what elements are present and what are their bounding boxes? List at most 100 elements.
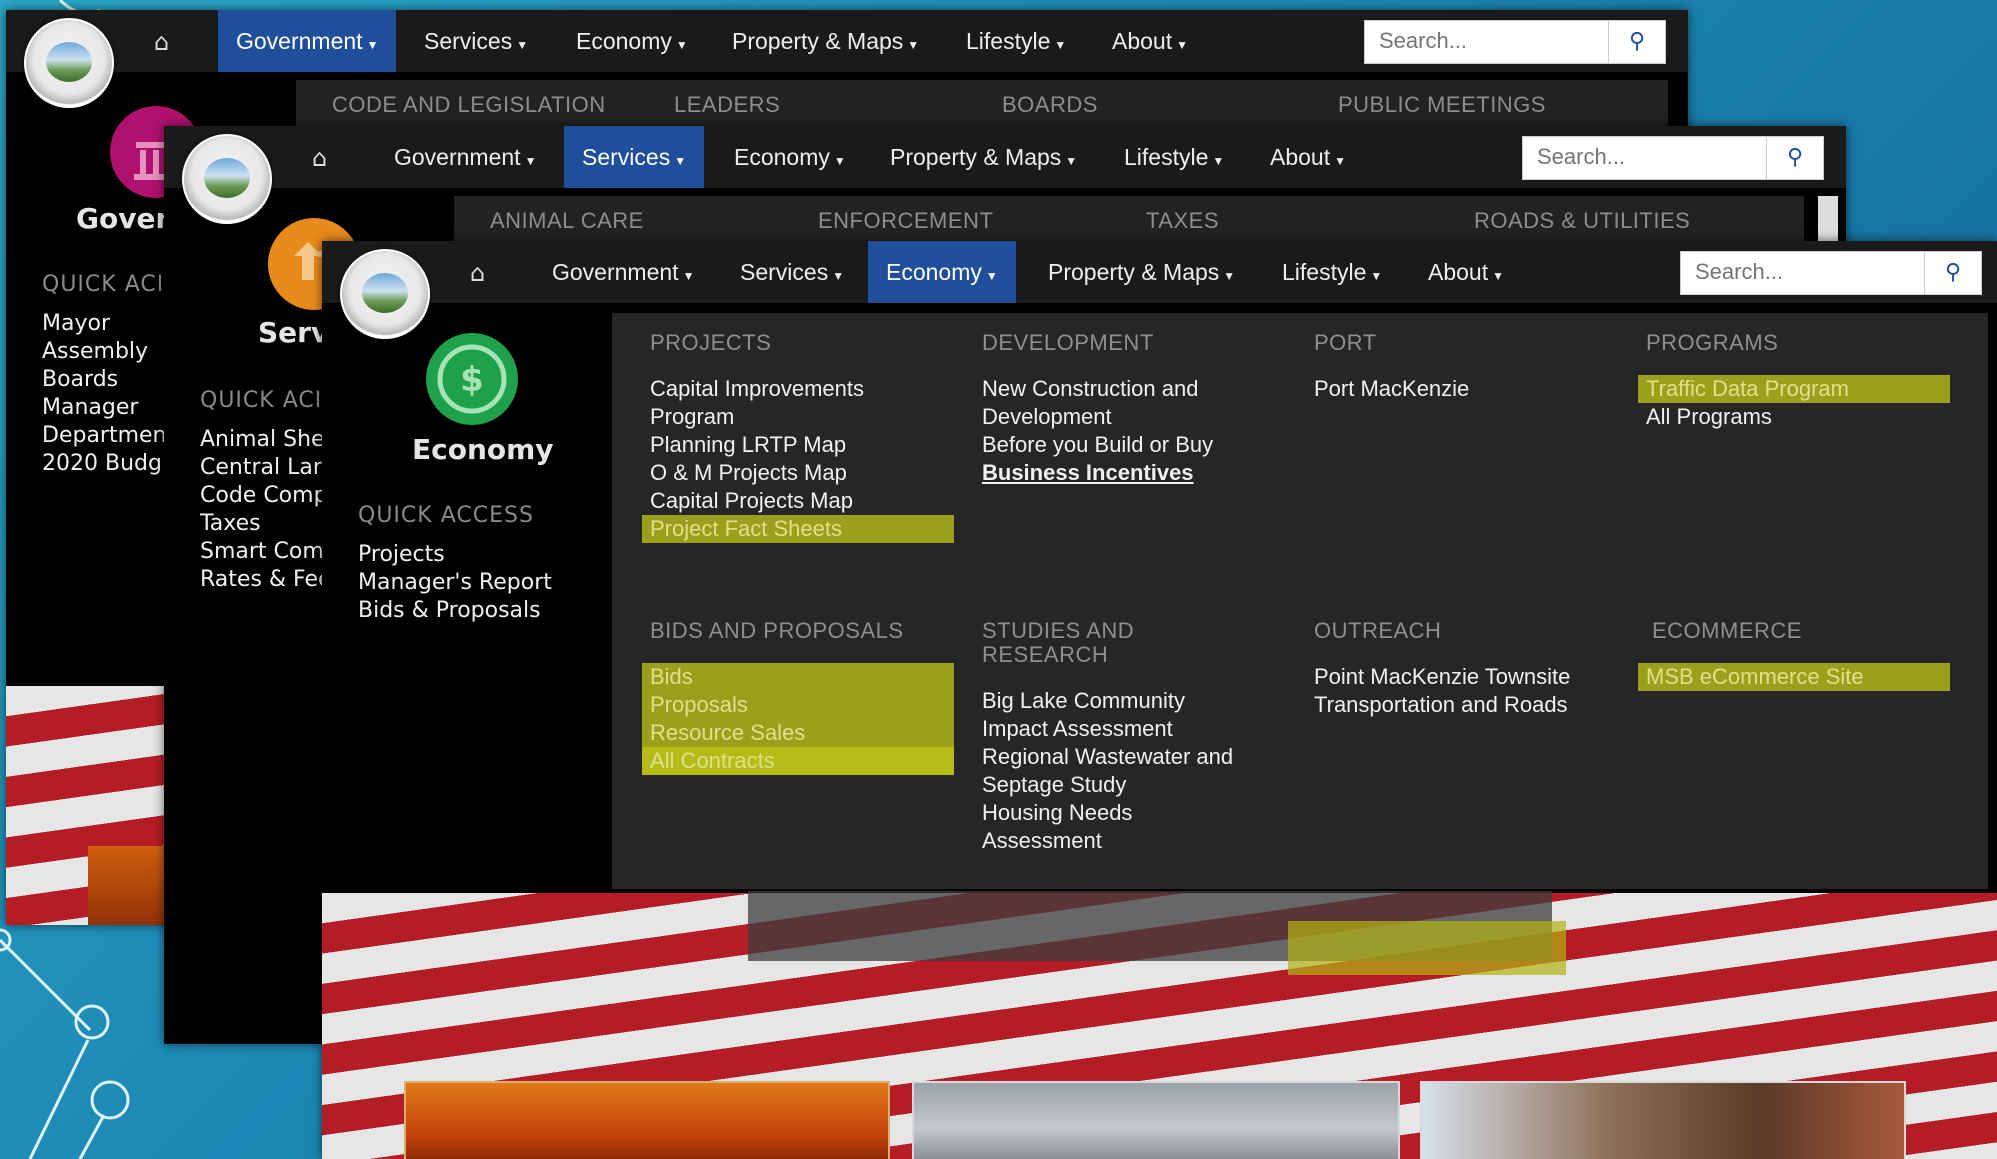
menu-heading: STUDIES AND <box>982 618 1135 643</box>
quick-link[interactable]: Taxes <box>200 510 332 538</box>
menu-link-hovered[interactable]: Business Incentives <box>982 459 1302 487</box>
nav-lifestyle[interactable]: Lifestyle ▼ <box>1106 126 1242 188</box>
menu-heading: OUTREACH <box>1314 618 1442 643</box>
menu-link-highlighted[interactable]: Traffic Data Program <box>1638 375 1950 403</box>
nav-services[interactable]: Services ▼ <box>406 10 546 72</box>
nav-government[interactable]: Government ▼ <box>534 241 712 303</box>
nav-economy[interactable]: Economy ▼ <box>558 10 706 72</box>
menu-link[interactable]: Port MacKenzie <box>1314 375 1634 403</box>
borough-seal-logo[interactable] <box>340 249 430 339</box>
quick-link[interactable]: Boards <box>42 366 167 394</box>
home-icon[interactable]: ⌂ <box>470 259 485 287</box>
quick-link[interactable]: Departmen <box>42 422 167 450</box>
home-icon[interactable]: ⌂ <box>312 144 327 172</box>
nav-economy[interactable]: Economy ▼ <box>716 126 864 188</box>
menu-link-highlighted[interactable]: Bids <box>642 663 954 691</box>
nav-services[interactable]: Services ▼ <box>564 126 705 188</box>
menu-link[interactable]: Capital Improvements <box>650 375 970 403</box>
quick-link[interactable]: Mayor <box>42 310 167 338</box>
home-icon[interactable]: ⌂ <box>154 28 169 56</box>
nav-property-maps[interactable]: Property & Maps ▼ <box>872 126 1095 188</box>
wildfire-photo <box>404 1081 890 1159</box>
menu-link[interactable]: Regional Wastewater and <box>982 743 1302 771</box>
menu-link[interactable]: Housing Needs <box>982 799 1302 827</box>
scrollbar[interactable] <box>1818 196 1838 246</box>
menu-link[interactable]: Transportation and Roads <box>1314 691 1634 719</box>
economy-screenshot: ⌂ Government ▼ Services ▼ Economy ▼ Propert… <box>322 241 1997 1159</box>
navbar: ⌂ Government ▼ Services ▼ Economy ▼ Propert… <box>322 241 1997 303</box>
subnav-code-legislation[interactable]: CODE AND LEGISLATION <box>332 80 606 130</box>
nav-government[interactable]: Government ▼ <box>218 10 397 72</box>
menu-link-highlighted[interactable]: Project Fact Sheets <box>642 515 954 543</box>
quick-link[interactable]: Manager <box>42 394 167 422</box>
menu-link[interactable]: O & M Projects Map <box>650 459 970 487</box>
quick-access-heading: QUICK ACI <box>200 388 323 413</box>
menu-heading: PORT <box>1314 330 1377 355</box>
subnav-animal-care[interactable]: ANIMAL CARE <box>490 196 644 246</box>
menu-link[interactable]: Impact Assessment <box>982 715 1302 743</box>
nav-about[interactable]: About ▼ <box>1252 126 1364 188</box>
quick-link[interactable]: Animal She <box>200 426 332 454</box>
search-icon[interactable]: ⚲ <box>1766 137 1823 179</box>
navbar: ⌂ Government ▼ Services ▼ Economy ▼ Propert… <box>6 10 1688 72</box>
nav-lifestyle[interactable]: Lifestyle ▼ <box>1264 241 1400 303</box>
menu-link[interactable]: Program <box>650 403 970 431</box>
menu-link[interactable]: New Construction and <box>982 375 1302 403</box>
dollar-icon: $ <box>426 333 518 425</box>
quick-link[interactable]: 2020 Budg <box>42 450 167 478</box>
menu-link[interactable]: Big Lake Community <box>982 687 1302 715</box>
menu-link[interactable]: All Programs <box>1646 403 1966 431</box>
menu-link-highlighted[interactable]: All Contracts <box>642 747 954 775</box>
nav-property-maps[interactable]: Property & Maps ▼ <box>714 10 937 72</box>
quick-link[interactable]: Rates & Fee <box>200 566 332 594</box>
quick-link[interactable]: Manager's Report <box>358 569 552 597</box>
section-title: Economy <box>412 433 554 466</box>
menu-link[interactable]: Assessment <box>982 827 1302 855</box>
subnav-enforcement[interactable]: ENFORCEMENT <box>818 196 993 246</box>
menu-heading: RESEARCH <box>982 642 1109 667</box>
subnav-leaders[interactable]: LEADERS <box>674 80 780 130</box>
search-icon[interactable]: ⚲ <box>1924 252 1981 294</box>
borough-seal-logo[interactable] <box>24 18 114 108</box>
wildfire-photo <box>88 846 168 925</box>
nav-services[interactable]: Services ▼ <box>722 241 862 303</box>
menu-link[interactable]: Before you Build or Buy <box>982 431 1302 459</box>
nav-about[interactable]: About ▼ <box>1410 241 1522 303</box>
search-input[interactable] <box>1365 21 1623 61</box>
quick-link[interactable]: Bids & Proposals <box>358 597 552 625</box>
services-subnav: ANIMAL CARE ENFORCEMENT TAXES ROADS & UT… <box>454 196 1804 246</box>
quick-link[interactable]: Central Lar <box>200 454 332 482</box>
menu-link[interactable]: Point MacKenzie Townsite <box>1314 663 1634 691</box>
menu-column-bids: BIDS AND PROPOSALS Bids Proposals Resour… <box>642 619 970 775</box>
nav-lifestyle[interactable]: Lifestyle ▼ <box>948 10 1084 72</box>
quick-link[interactable]: Projects <box>358 541 552 569</box>
search-input[interactable] <box>1681 252 1939 292</box>
menu-column-projects: PROJECTS Capital Improvements Program Pl… <box>642 330 970 543</box>
nav-property-maps[interactable]: Property & Maps ▼ <box>1030 241 1253 303</box>
borough-seal-logo[interactable] <box>182 134 272 224</box>
subnav-taxes[interactable]: TAXES <box>1146 196 1219 246</box>
menu-link-highlighted[interactable]: Resource Sales <box>642 719 954 747</box>
menu-link[interactable]: Capital Projects Map <box>650 487 970 515</box>
quick-link[interactable]: Code Comp <box>200 482 332 510</box>
quick-access-list: Animal She Central Lar Code Comp Taxes S… <box>200 426 332 594</box>
subnav-boards[interactable]: BOARDS <box>1002 80 1098 130</box>
nav-about[interactable]: About ▼ <box>1094 10 1206 72</box>
nav-government[interactable]: Government ▼ <box>376 126 554 188</box>
menu-link[interactable]: Development <box>982 403 1302 431</box>
search-input[interactable] <box>1523 137 1781 177</box>
menu-link-highlighted[interactable]: MSB eCommerce Site <box>1638 663 1950 691</box>
subnav-public-meetings[interactable]: PUBLIC MEETINGS <box>1338 80 1546 130</box>
menu-link[interactable]: Septage Study <box>982 771 1302 799</box>
subnav-roads-utilities[interactable]: ROADS & UTILITIES <box>1474 196 1690 246</box>
search-icon[interactable]: ⚲ <box>1608 21 1665 63</box>
nav-economy[interactable]: Economy ▼ <box>868 241 1016 303</box>
menu-link[interactable]: Planning LRTP Map <box>650 431 970 459</box>
menu-link-highlighted[interactable]: Proposals <box>642 691 954 719</box>
quick-link[interactable]: Smart Com <box>200 538 332 566</box>
menu-heading: PROJECTS <box>650 330 772 355</box>
quick-access-heading: QUICK ACCESS <box>358 503 534 528</box>
quick-link[interactable]: Assembly <box>42 338 167 366</box>
menu-column-studies: STUDIES AND RESEARCH Big Lake Community … <box>982 619 1302 855</box>
aerial-photo <box>1420 1081 1906 1159</box>
